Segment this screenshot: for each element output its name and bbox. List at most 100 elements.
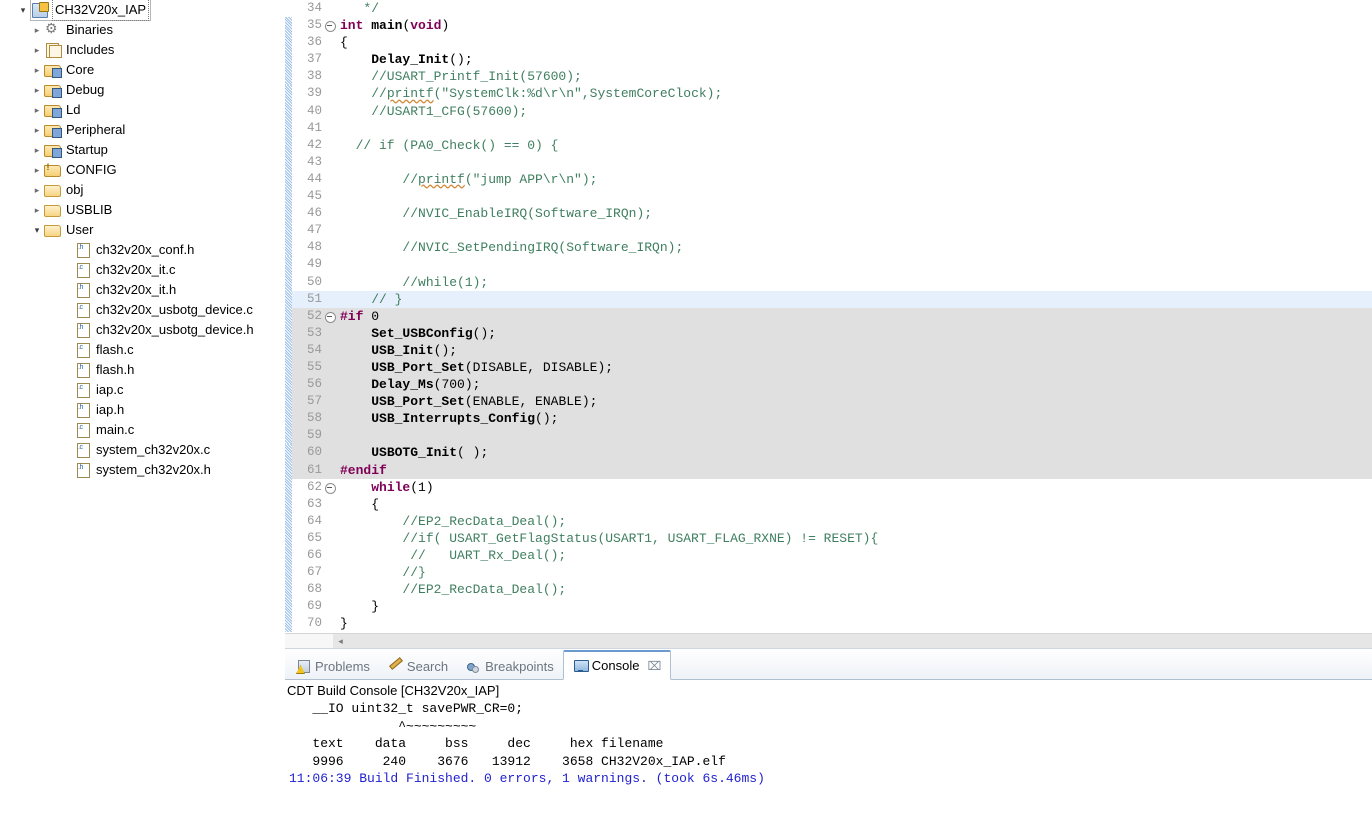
tree-item-content[interactable]: main.c	[74, 420, 134, 440]
tree-item-content[interactable]: Peripheral	[44, 120, 125, 140]
tree-item-peripheral[interactable]: Peripheral	[0, 120, 285, 140]
tree-item-content[interactable]: Startup	[44, 140, 108, 160]
fold-collapse-icon[interactable]	[323, 307, 336, 325]
tree-item-content[interactable]: obj	[44, 180, 83, 200]
tree-item-content[interactable]: system_ch32v20x.c	[74, 440, 210, 460]
twisty-collapsed-icon[interactable]	[30, 85, 44, 96]
project-tree[interactable]: CH32V20x_IAPBinaries Includes Core Debug Ld P…	[0, 0, 285, 480]
tree-item-content[interactable]: flash.c	[74, 340, 134, 360]
code-line[interactable]: 45	[285, 188, 1372, 206]
code-line[interactable]: 40 //USART1_CFG(57600);	[285, 102, 1372, 120]
tree-item-ch32v20x-it-h[interactable]: ch32v20x_it.h	[0, 280, 285, 300]
code-line[interactable]: 61 #endif	[285, 461, 1372, 479]
code-line[interactable]: 57 USB_Port_Set(ENABLE, ENABLE);	[285, 393, 1372, 411]
tab-search[interactable]: Search	[379, 653, 457, 679]
tab-breakpoints[interactable]: Breakpoints	[457, 653, 563, 679]
tree-item-ch32v20x-iap[interactable]: CH32V20x_IAP	[0, 0, 285, 21]
fold-collapse-icon[interactable]	[323, 478, 336, 496]
twisty-collapsed-icon[interactable]	[30, 165, 44, 176]
code-line[interactable]: 34 */	[285, 0, 1372, 18]
editor-content[interactable]: 34 */35 int main(void) 36{37 Delay_Init();…	[285, 0, 1372, 634]
tree-item-content[interactable]: Debug	[44, 80, 104, 100]
code-line[interactable]: 51 // }	[285, 290, 1372, 308]
tree-item-content[interactable]: Core	[44, 60, 94, 80]
scrollbar-track[interactable]	[348, 634, 1372, 648]
twisty-expanded-icon[interactable]	[30, 225, 44, 236]
bottom-panel-tabbar[interactable]: Problems Search Breakpoints Console ⌧	[285, 649, 1372, 680]
close-icon[interactable]: ⌧	[647, 659, 661, 673]
code-line[interactable]: 39 //printf("SystemClk:%d\r\n",SystemCor…	[285, 85, 1372, 103]
tree-item-content[interactable]: USBLIB	[44, 200, 112, 220]
editor-horizontal-scrollbar[interactable]: ◂	[285, 633, 1372, 648]
code-line[interactable]: 43	[285, 153, 1372, 171]
tree-item-content[interactable]: iap.h	[74, 400, 124, 420]
tree-item-content[interactable]: flash.h	[74, 360, 134, 380]
tree-item-content[interactable]: CH32V20x_IAP	[30, 0, 152, 21]
twisty-collapsed-icon[interactable]	[30, 145, 44, 156]
tree-item-user[interactable]: User	[0, 220, 285, 240]
code-line[interactable]: 66 // UART_Rx_Deal();	[285, 547, 1372, 565]
code-line[interactable]: 54 USB_Init();	[285, 341, 1372, 359]
code-line[interactable]: 38 //USART_Printf_Init(57600);	[285, 68, 1372, 86]
tree-item-content[interactable]: Ld	[44, 100, 80, 120]
tree-item-ch32v20x-conf-h[interactable]: ch32v20x_conf.h	[0, 240, 285, 260]
tree-item-core[interactable]: Core	[0, 60, 285, 80]
tree-item-iap-h[interactable]: iap.h	[0, 400, 285, 420]
code-line[interactable]: 35 int main(void)	[285, 17, 1372, 35]
tree-item-content[interactable]: ch32v20x_it.h	[74, 280, 176, 300]
code-line[interactable]: 70}	[285, 615, 1372, 633]
console-output-area[interactable]: __IO uint32_t savePWR_CR=0; ^~~~~~~~~~ t…	[285, 700, 1372, 821]
tree-item-binaries[interactable]: Binaries	[0, 20, 285, 40]
tree-item-content[interactable]: ch32v20x_usbotg_device.h	[74, 320, 254, 340]
tree-item-flash-c[interactable]: flash.c	[0, 340, 285, 360]
tree-item-content[interactable]: Binaries	[44, 20, 113, 40]
twisty-collapsed-icon[interactable]	[30, 185, 44, 196]
code-line[interactable]: 44 //printf("jump APP\r\n");	[285, 170, 1372, 189]
code-line[interactable]: 65 //if( USART_GetFlagStatus(USART1, USA…	[285, 529, 1372, 547]
code-line[interactable]: 67 //}	[285, 564, 1372, 582]
twisty-collapsed-icon[interactable]	[30, 205, 44, 216]
tab-problems[interactable]: Problems	[287, 653, 379, 679]
code-line[interactable]: 42 // if (PA0_Check() == 0) {	[285, 136, 1372, 154]
code-line[interactable]: 49	[285, 256, 1372, 274]
code-line[interactable]: 37 Delay_Init();	[285, 51, 1372, 69]
code-line[interactable]: 50 //while(1);	[285, 273, 1372, 291]
code-line[interactable]: 69 }	[285, 598, 1372, 616]
code-line[interactable]: 62 while(1)	[285, 478, 1372, 496]
tree-item-content[interactable]: ch32v20x_it.c	[74, 260, 176, 280]
tree-item-system-ch32v20x-h[interactable]: system_ch32v20x.h	[0, 460, 285, 480]
tree-item-iap-c[interactable]: iap.c	[0, 380, 285, 400]
project-explorer[interactable]: CH32V20x_IAPBinaries Includes Core Debug Ld P…	[0, 0, 286, 821]
tree-item-ch32v20x-usbotg-device-h[interactable]: ch32v20x_usbotg_device.h	[0, 320, 285, 340]
scroll-left-arrow-icon[interactable]: ◂	[333, 634, 348, 648]
tree-item-system-ch32v20x-c[interactable]: system_ch32v20x.c	[0, 440, 285, 460]
tree-item-content[interactable]: system_ch32v20x.h	[74, 460, 211, 480]
tree-item-ld[interactable]: Ld	[0, 100, 285, 120]
code-line[interactable]: 36 {	[285, 34, 1372, 52]
tree-item-ch32v20x-usbotg-device-c[interactable]: ch32v20x_usbotg_device.c	[0, 300, 285, 320]
twisty-collapsed-icon[interactable]	[30, 25, 44, 36]
code-line[interactable]: 48 //NVIC_SetPendingIRQ(Software_IRQn);	[285, 239, 1372, 257]
code-line[interactable]: 52 #if 0	[285, 307, 1372, 325]
tree-item-content[interactable]: ch32v20x_usbotg_device.c	[74, 300, 253, 320]
tree-item-debug[interactable]: Debug	[0, 80, 285, 100]
code-line[interactable]: 64 //EP2_RecData_Deal();	[285, 512, 1372, 530]
code-line[interactable]: 59	[285, 427, 1372, 445]
code-line[interactable]: 60 USBOTG_Init( );	[285, 444, 1372, 462]
code-line[interactable]: 55 USB_Port_Set(DISABLE, DISABLE);	[285, 358, 1372, 377]
tree-item-content[interactable]: Includes	[44, 40, 114, 60]
fold-collapse-icon[interactable]	[323, 17, 336, 35]
tree-item-obj[interactable]: obj	[0, 180, 285, 200]
tree-item-content[interactable]: User	[44, 220, 93, 240]
tree-item-startup[interactable]: Startup	[0, 140, 285, 160]
twisty-collapsed-icon[interactable]	[30, 45, 44, 56]
tree-item-flash-h[interactable]: flash.h	[0, 360, 285, 380]
code-line[interactable]: 63 {	[285, 495, 1372, 513]
tree-item-ch32v20x-it-c[interactable]: ch32v20x_it.c	[0, 260, 285, 280]
tree-item-includes[interactable]: Includes	[0, 40, 285, 60]
twisty-collapsed-icon[interactable]	[30, 125, 44, 136]
tree-item-main-c[interactable]: main.c	[0, 420, 285, 440]
code-editor[interactable]: 34 */35 int main(void) 36{37 Delay_Init();…	[285, 0, 1372, 648]
tree-item-content[interactable]: ch32v20x_conf.h	[74, 240, 194, 260]
code-line[interactable]: 68 //EP2_RecData_Deal();	[285, 581, 1372, 599]
